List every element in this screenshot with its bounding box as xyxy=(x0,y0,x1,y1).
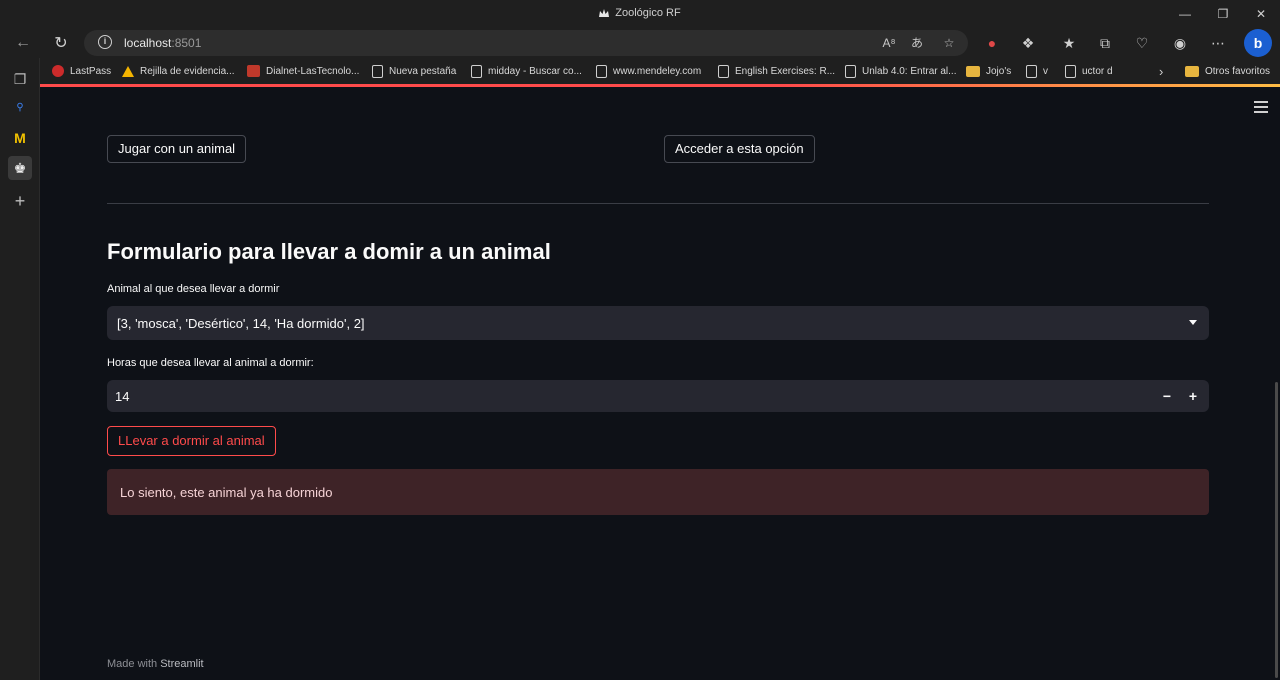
zoologico-tab-icon[interactable]: ♚ xyxy=(8,156,32,180)
scrollbar[interactable] xyxy=(1275,382,1278,678)
streamlit-link[interactable]: Streamlit xyxy=(160,658,203,670)
bookmark-dialnet[interactable]: Dialnet-LasTecnolo... xyxy=(247,63,359,79)
drive-icon xyxy=(122,65,134,77)
more-menu-icon[interactable]: ⋯ xyxy=(1206,31,1230,55)
bookmark-label: Dialnet-LasTecnolo... xyxy=(266,65,360,77)
animal-select-label: Animal al que desea llevar a dormir xyxy=(107,283,280,295)
app-main: Jugar con un animal Acceder a esta opció… xyxy=(40,87,1280,680)
back-arrow-icon[interactable]: ← xyxy=(10,31,36,55)
lastpass-icon xyxy=(52,65,64,77)
collections-icon[interactable]: ⧉ xyxy=(1093,31,1117,55)
llevar-a-dormir-button[interactable]: LLevar a dormir al animal xyxy=(107,426,276,456)
page-icon xyxy=(718,64,729,78)
bookmark-label: Otros favoritos xyxy=(1205,65,1271,77)
dialnet-icon xyxy=(247,65,260,77)
bookmark-label: midday - Buscar co... xyxy=(488,65,582,77)
browser-vertical-sidebar: ❐ ⚲ M ♚ + xyxy=(0,58,40,680)
new-tab-plus-icon[interactable]: + xyxy=(8,189,32,213)
folder-icon xyxy=(1185,65,1199,77)
bookmarks-bar: LastPass Rejilla de evidencia... Dialnet… xyxy=(40,58,1280,84)
address-bar[interactable]: i localhost:8501 A⁸ あ ☆ xyxy=(84,30,968,56)
bookmark-mendeley[interactable]: www.mendeley.com xyxy=(596,63,701,79)
footer: Made with Streamlit xyxy=(107,658,204,670)
bookmark-nueva-pestana[interactable]: Nueva pestaña xyxy=(372,63,456,79)
hours-value[interactable]: 14 xyxy=(115,389,129,404)
hours-input-label: Horas que desea llevar al animal a dormi… xyxy=(107,357,314,369)
bookmark-folder-otros-favoritos[interactable]: Otros favoritos xyxy=(1185,63,1270,79)
divider xyxy=(107,203,1209,204)
favorites-icon[interactable]: ★ xyxy=(1057,31,1081,55)
bookmark-label: English Exercises: R... xyxy=(735,65,836,77)
bookmark-label: Rejilla de evidencia... xyxy=(140,65,235,77)
site-info-icon[interactable]: i xyxy=(98,35,112,49)
page-icon xyxy=(372,64,383,78)
window-title: Zoológico RF xyxy=(615,7,681,19)
maximize-button[interactable]: ❐ xyxy=(1204,0,1242,28)
window-title-container: Zoológico RF xyxy=(0,7,1280,19)
bookmark-label: Nueva pestaña xyxy=(389,65,457,77)
jugar-animal-button[interactable]: Jugar con un animal xyxy=(107,135,247,163)
animal-select-value: [3, 'mosca', 'Desértico', 14, 'Ha dormid… xyxy=(117,316,365,331)
url-text[interactable]: localhost:8501 xyxy=(124,36,201,50)
form-heading: Formulario para llevar a domir a un anim… xyxy=(107,239,551,264)
folder-icon xyxy=(966,65,980,77)
browser-essentials-icon[interactable]: ♡ xyxy=(1130,31,1154,55)
streamlit-crown-icon xyxy=(599,9,610,17)
hours-number-input[interactable]: 14 − + xyxy=(107,380,1209,412)
window-titlebar: Zoológico RF — ❐ ✕ xyxy=(0,0,1280,28)
bookmark-label: uctor d xyxy=(1082,65,1113,77)
error-alert: Lo siento, este animal ya ha dormido xyxy=(107,469,1209,515)
read-aloud-icon[interactable]: A⁸ xyxy=(880,34,898,52)
add-favorite-icon[interactable]: ☆ xyxy=(940,34,958,52)
page-icon xyxy=(845,64,856,78)
minimize-button[interactable]: — xyxy=(1166,0,1204,28)
profile-avatar-icon[interactable]: ◉ xyxy=(1168,31,1192,55)
url-host: localhost xyxy=(124,36,172,50)
error-alert-message: Lo siento, este animal ya ha dormido xyxy=(120,485,333,500)
bookmark-label: Jojo's xyxy=(986,65,1012,77)
miro-tab-icon[interactable]: M xyxy=(8,126,32,150)
bookmark-rejilla[interactable]: Rejilla de evidencia... xyxy=(122,63,235,79)
bookmark-label: Unlab 4.0: Entrar al... xyxy=(862,65,957,77)
chevron-down-icon[interactable] xyxy=(1189,320,1197,325)
page-icon xyxy=(1026,64,1037,78)
extensions-icon[interactable]: ❖ xyxy=(1016,31,1040,55)
bing-copilot-icon[interactable]: b xyxy=(1244,29,1272,57)
acceder-opcion-button[interactable]: Acceder a esta opción xyxy=(664,135,815,163)
bookmark-midday[interactable]: midday - Buscar co... xyxy=(471,63,582,79)
tab-actions-icon[interactable]: ❐ xyxy=(8,67,32,91)
bookmark-label: v xyxy=(1043,65,1048,77)
translate-icon[interactable]: あ xyxy=(908,34,926,52)
browser-toolbar: ← ↻ i localhost:8501 A⁸ あ ☆ ● ❖ ★ ⧉ ♡ ◉ … xyxy=(0,28,1280,58)
bookmark-label: www.mendeley.com xyxy=(613,65,702,77)
page-icon xyxy=(1065,64,1076,78)
bookmark-folder-jojos[interactable]: Jojo's xyxy=(966,63,1011,79)
bookmark-label: LastPass xyxy=(70,65,112,77)
bookmarks-overflow-chevron-icon[interactable]: › xyxy=(1159,63,1163,79)
bookmark-v[interactable]: v xyxy=(1026,63,1048,79)
increment-button[interactable]: + xyxy=(1181,384,1205,408)
close-button[interactable]: ✕ xyxy=(1242,0,1280,28)
footer-prefix: Made with xyxy=(107,658,158,670)
extension-lastpass-icon[interactable]: ● xyxy=(980,31,1004,55)
decrement-button[interactable]: − xyxy=(1155,384,1179,408)
page-icon xyxy=(596,64,607,78)
bookmark-english-exercises[interactable]: English Exercises: R... xyxy=(718,63,835,79)
url-port: :8501 xyxy=(171,36,202,50)
animal-select[interactable]: [3, 'mosca', 'Desértico', 14, 'Ha dormid… xyxy=(107,306,1209,340)
hamburger-menu-icon[interactable] xyxy=(1254,101,1268,113)
bookmark-unlab[interactable]: Unlab 4.0: Entrar al... xyxy=(845,63,957,79)
bookmark-uctor[interactable]: uctor d xyxy=(1065,63,1113,79)
refresh-icon[interactable]: ↻ xyxy=(48,31,74,55)
page-icon xyxy=(471,64,482,78)
bookmark-lastpass[interactable]: LastPass xyxy=(52,63,111,79)
search-icon[interactable]: ⚲ xyxy=(8,96,32,120)
